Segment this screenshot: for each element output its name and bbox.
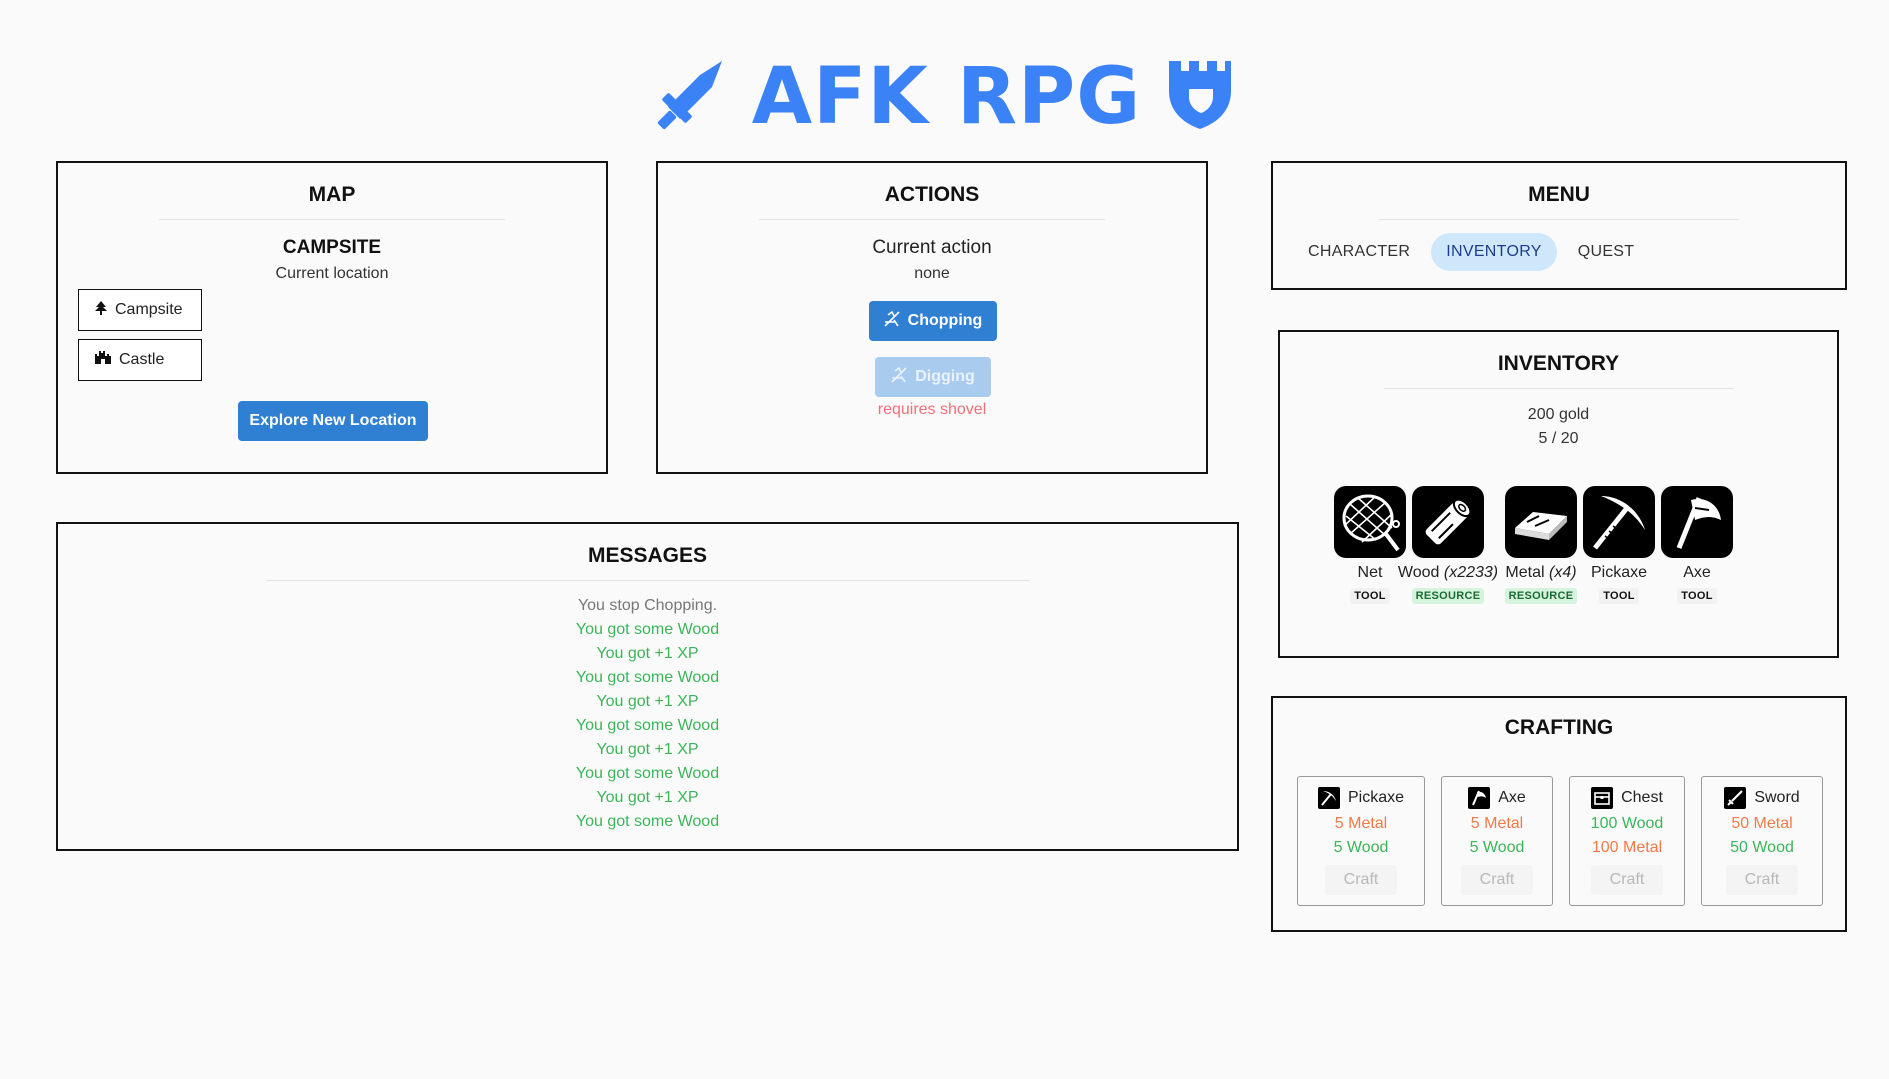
recipe-cost: 5 Wood [1469,839,1525,856]
log-icon [1412,486,1484,558]
recipe-card-chest: Chest 100 Wood 100 Metal Craft [1569,776,1685,906]
recipe-card-pickaxe: Pickaxe 5 Metal 5 Wood Craft [1297,776,1425,906]
actions-panel: ACTIONS Current action none Chopping Dig… [656,161,1208,474]
message-log: You stop Chopping. You got some Wood You g… [58,594,1237,834]
map-panel: MAP CAMPSITE Current location Campsite C… [56,161,608,474]
sword-icon [1724,787,1747,809]
item-type-badge: TOOL [1677,588,1717,604]
craft-button-sword[interactable]: Craft [1726,865,1798,895]
map-heading: MAP [308,183,356,206]
messages-divider [265,580,1030,581]
current-action-value: none [914,265,950,282]
recipe-header: Chest [1570,787,1684,809]
chopping-button[interactable]: Chopping [869,301,997,341]
craft-button-pickaxe[interactable]: Craft [1325,865,1397,895]
current-location-name: CAMPSITE [282,237,382,258]
recipe-card-sword: Sword 50 Metal 50 Wood Craft [1701,776,1823,906]
message-line: You got +1 XP [596,741,699,758]
recipe-header: Sword [1702,787,1822,809]
digging-button[interactable]: Digging [875,357,991,397]
tab-quest[interactable]: QUEST [1563,233,1650,271]
current-action-label: Current action [872,237,992,258]
messages-panel: MESSAGES You stop Chopping. You got some … [56,522,1239,851]
menu-heading: MENU [1528,183,1590,206]
crafting-panel: CRAFTING Pickaxe 5 Metal 5 Wood Craft Ax… [1271,696,1847,932]
recipe-name: Chest [1621,789,1663,806]
chopping-label: Chopping [907,312,983,329]
location-label: Castle [119,351,165,368]
message-line: You got +1 XP [596,789,699,806]
recipe-cost: 5 Metal [1334,815,1388,832]
message-line: You got +1 XP [596,693,699,710]
inventory-heading: INVENTORY [1497,352,1620,375]
recipe-cost: 50 Wood [1730,839,1794,856]
recipe-name: Pickaxe [1347,789,1405,806]
app-title: AFK RPG [0,52,1889,142]
menu-tabs: CHARACTER INVENTORY QUEST [1293,233,1649,271]
crafting-heading: CRAFTING [1504,716,1614,739]
recipe-cost: 50 Metal [1731,815,1793,832]
tree-icon [95,300,107,320]
digging-requirement-text: requires shovel [877,401,987,418]
inventory-panel: INVENTORY 200 gold 5 / 20 Net TOOL Wood … [1278,330,1839,658]
message-line: You got +1 XP [596,645,699,662]
recipe-card-axe: Axe 5 Metal 5 Wood Craft [1441,776,1553,906]
actions-divider [759,219,1105,220]
axe-icon [1661,486,1733,558]
sword-icon [656,59,726,136]
actions-heading: ACTIONS [884,183,980,206]
recipe-cost: 5 Wood [1333,839,1389,856]
location-button-castle[interactable]: Castle [78,339,202,381]
messages-heading: MESSAGES [587,544,708,567]
axe-icon [1468,787,1491,809]
message-line: You stop Chopping. [577,597,718,614]
gold-amount: 200 gold [1527,406,1590,423]
chest-icon [1591,787,1614,809]
current-location-caption: Current location [275,265,389,282]
inventory-divider [1383,388,1734,389]
explore-new-location-button[interactable]: Explore New Location [238,401,428,441]
recipe-cost: 100 Wood [1590,815,1664,832]
message-line: You got some Wood [575,717,720,734]
pickaxe-icon [1317,787,1340,809]
digging-icon [891,366,907,388]
item-type-badge: RESOURCE [1411,588,1485,604]
map-divider [159,219,505,220]
location-label: Campsite [115,301,183,318]
recipe-cost: 100 Metal [1591,839,1663,856]
castle-shield-icon [1167,59,1233,136]
recipe-header: Pickaxe [1298,787,1424,809]
message-line: You got some Wood [575,669,720,686]
message-line: You got some Wood [575,621,720,638]
recipe-name: Sword [1754,789,1800,806]
inventory-capacity: 5 / 20 [1538,430,1579,447]
menu-panel: MENU CHARACTER INVENTORY QUEST [1271,161,1847,290]
tab-inventory[interactable]: INVENTORY [1431,233,1557,271]
castle-icon [95,351,111,369]
digging-label: Digging [915,368,975,385]
item-type-badge: TOOL [1350,588,1390,604]
message-line: You got some Wood [575,765,720,782]
inventory-item-axe[interactable]: Axe TOOL [1637,486,1757,604]
craft-button-axe[interactable]: Craft [1461,865,1533,895]
chopping-icon [884,310,900,332]
message-line: You got some Wood [575,813,720,830]
recipe-cost: 5 Metal [1470,815,1524,832]
app-title-text: AFK RPG [751,52,1142,142]
item-type-badge: TOOL [1599,588,1639,604]
recipe-header: Axe [1442,787,1552,809]
tab-character[interactable]: CHARACTER [1293,233,1425,271]
recipe-name: Axe [1498,789,1526,806]
location-button-campsite[interactable]: Campsite [78,289,202,331]
inventory-item-label: Axe [1683,564,1711,581]
menu-divider [1379,219,1739,220]
craft-button-chest[interactable]: Craft [1591,865,1663,895]
